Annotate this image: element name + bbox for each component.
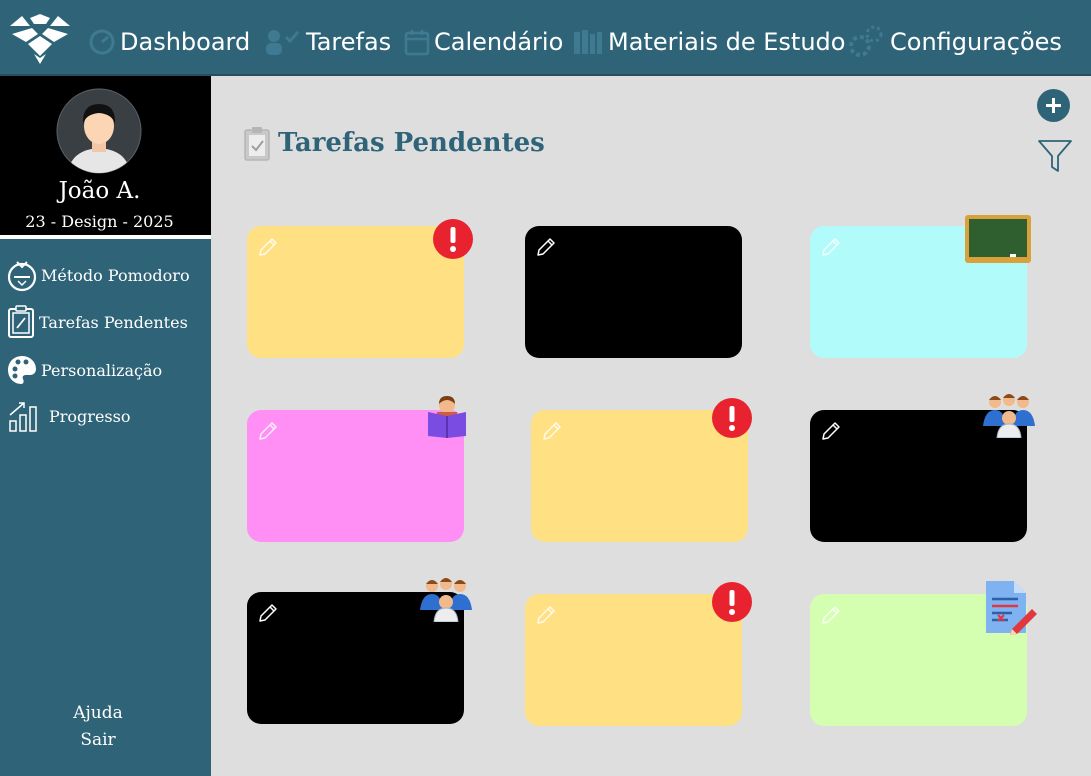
nav-calendario[interactable]: Calendário xyxy=(404,26,563,58)
nav-materiais-label: Materiais de Estudo xyxy=(608,28,846,56)
sidebar-item-label: Progresso xyxy=(49,406,131,426)
tomato-timer-icon xyxy=(7,261,37,292)
sidebar-item-personalizacao[interactable]: Personalização xyxy=(6,352,162,388)
books-icon xyxy=(574,30,602,54)
clipboard-icon xyxy=(244,127,270,161)
nav-configuracoes[interactable]: Configurações xyxy=(846,25,1062,58)
nav-configuracoes-label: Configurações xyxy=(890,28,1062,56)
avatar[interactable] xyxy=(56,88,142,174)
group-icon xyxy=(420,578,472,622)
filter-icon[interactable] xyxy=(1037,138,1073,174)
profile-name: João A. xyxy=(58,178,141,204)
sidebar: João A. 23 - Design - 2025 Método Pomodo… xyxy=(0,76,211,776)
profile-panel: João A. 23 - Design - 2025 xyxy=(0,76,211,239)
nav-tarefas[interactable]: Tarefas xyxy=(264,26,391,58)
nav-materiais[interactable]: Materiais de Estudo xyxy=(572,26,845,58)
edit-icon[interactable] xyxy=(257,602,279,624)
edit-icon[interactable] xyxy=(535,604,557,626)
gauge-icon xyxy=(89,29,115,55)
urgent-icon xyxy=(712,398,752,438)
sidebar-item-tarefas-pendentes[interactable]: Tarefas Pendentes xyxy=(6,304,188,340)
nav-tarefas-label: Tarefas xyxy=(306,28,392,56)
edit-icon[interactable] xyxy=(820,604,842,626)
edit-icon[interactable] xyxy=(257,420,279,442)
logout-link[interactable]: Sair xyxy=(0,730,196,750)
nav-dashboard[interactable]: Dashboard xyxy=(88,26,250,58)
page-title: Tarefas Pendentes xyxy=(278,128,545,158)
task-card-2[interactable] xyxy=(525,226,742,358)
edit-icon[interactable] xyxy=(820,236,842,258)
sidebar-item-label: Tarefas Pendentes xyxy=(39,312,188,332)
profile-subtitle: 23 - Design - 2025 xyxy=(25,212,174,231)
plus-icon xyxy=(1046,98,1061,113)
sidebar-item-pomodoro[interactable]: Método Pomodoro xyxy=(6,257,190,293)
help-link[interactable]: Ajuda xyxy=(0,703,196,723)
gears-icon xyxy=(849,25,883,57)
add-task-button[interactable] xyxy=(1037,89,1070,122)
nav-dashboard-label: Dashboard xyxy=(120,28,251,56)
chalkboard-icon xyxy=(965,215,1031,263)
urgent-icon xyxy=(433,219,473,259)
edit-icon[interactable] xyxy=(535,236,557,258)
top-navigation-bar: Dashboard Tarefas Calendário Materiais d… xyxy=(0,0,1091,76)
sidebar-item-progresso[interactable]: Progresso xyxy=(6,398,130,434)
urgent-icon xyxy=(712,582,752,622)
nav-calendario-label: Calendário xyxy=(434,28,564,56)
palette-icon xyxy=(8,356,36,384)
document-edit-icon xyxy=(986,581,1037,635)
edit-icon[interactable] xyxy=(820,420,842,442)
task-card-8[interactable] xyxy=(525,594,742,726)
edit-icon[interactable] xyxy=(257,236,279,258)
logo-icon xyxy=(10,14,70,64)
edit-icon[interactable] xyxy=(541,420,563,442)
group-icon xyxy=(983,394,1035,438)
reading-icon xyxy=(428,396,466,438)
clipboard-icon xyxy=(8,305,34,338)
tasks-icon xyxy=(266,30,300,55)
sidebar-item-label: Método Pomodoro xyxy=(41,265,190,285)
calendar-icon xyxy=(404,30,430,56)
bar-chart-icon xyxy=(9,402,37,432)
sidebar-item-label: Personalização xyxy=(41,360,163,380)
